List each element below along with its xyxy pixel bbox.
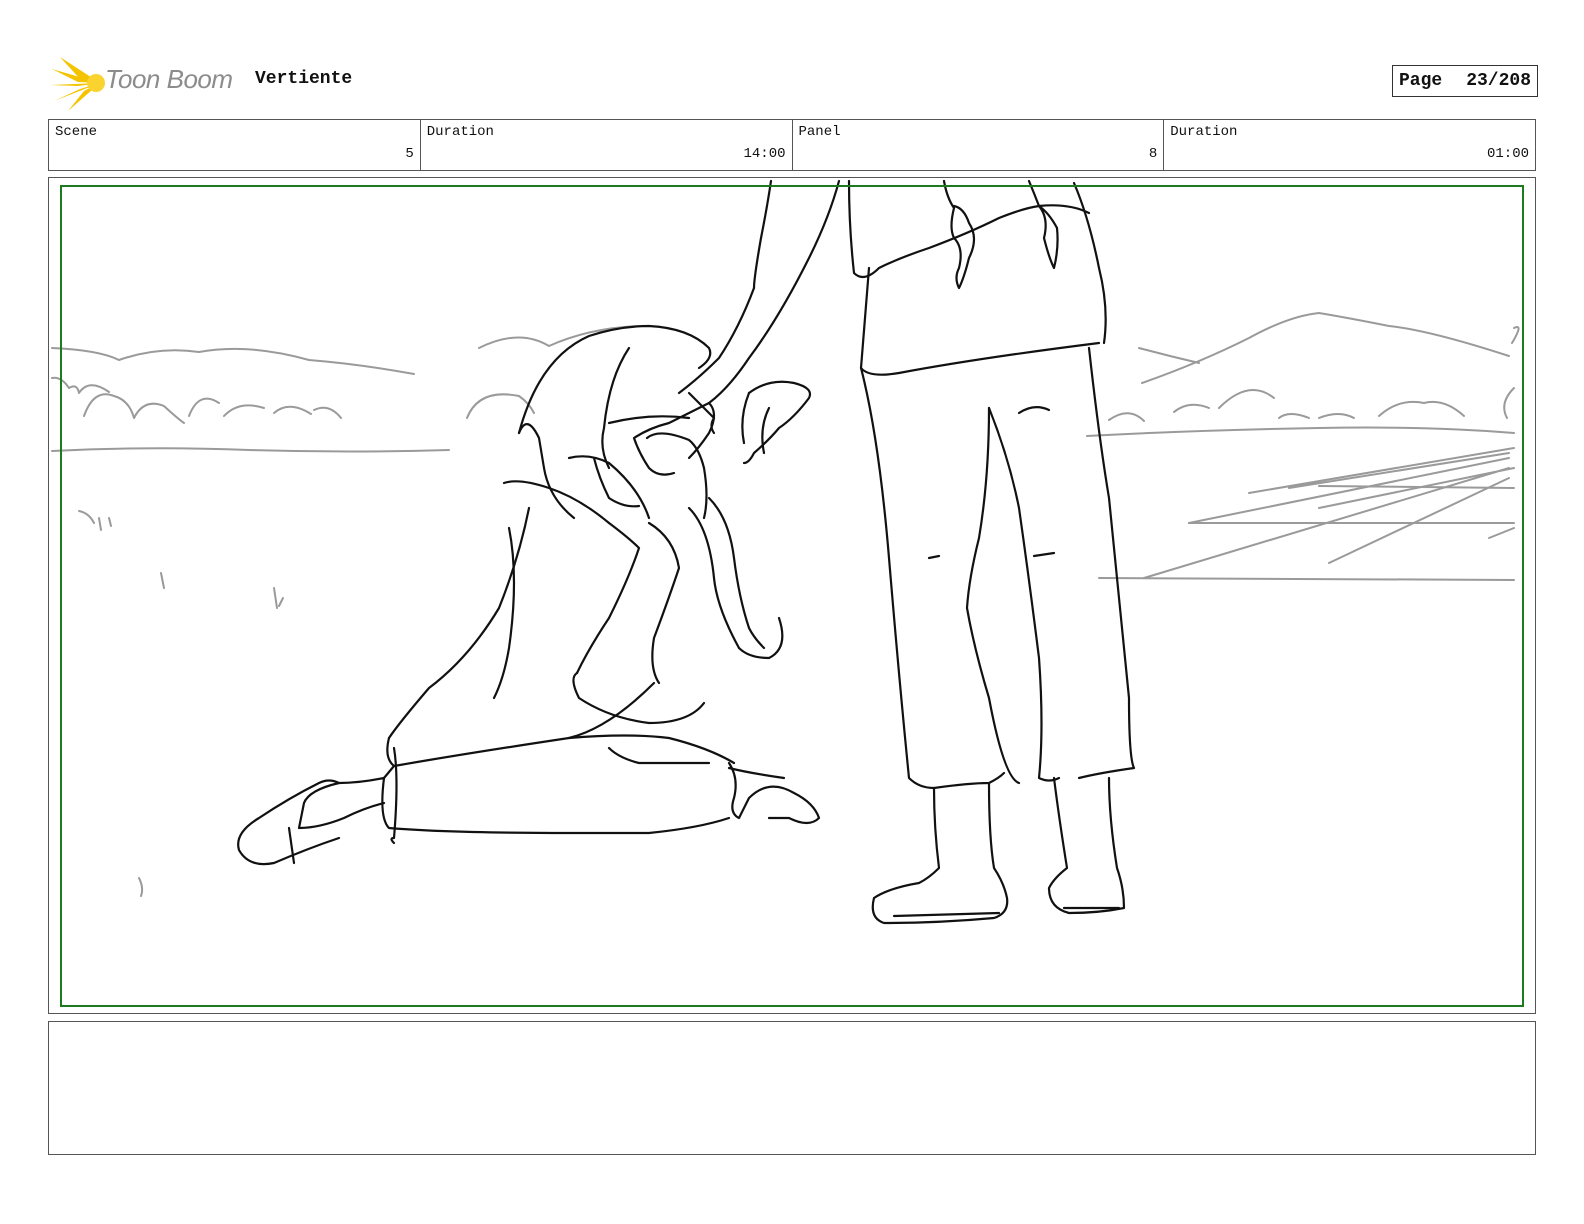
panel-value: 8	[1148, 146, 1158, 162]
logo-text: Toon Boom	[105, 64, 233, 94]
toon-boom-logo: Toon Boom	[50, 55, 245, 111]
page-number: 23/208	[1466, 71, 1531, 91]
panel-notes-box[interactable]	[48, 1021, 1536, 1155]
panel-duration-value: 01:00	[1486, 146, 1529, 162]
scene-duration-value: 14:00	[743, 146, 786, 162]
scene-value: 5	[405, 146, 414, 162]
project-title: Vertiente	[255, 69, 353, 89]
page-label: Page	[1398, 71, 1443, 91]
scene-duration-label: Duration	[426, 124, 494, 140]
starburst-icon	[50, 57, 105, 111]
panel-cell: Panel 8	[793, 120, 1165, 170]
scene-label: Scene	[55, 124, 98, 140]
safe-area-frame	[60, 185, 1524, 1007]
scene-cell: Scene 5	[49, 120, 421, 170]
panel-duration-cell: Duration 01:00	[1164, 120, 1535, 170]
panel-label: Panel	[798, 124, 841, 140]
scene-duration-cell: Duration 14:00	[421, 120, 793, 170]
scene-info-table: Scene 5 Duration 14:00 Panel 8 Duration …	[48, 119, 1536, 171]
storyboard-header: Toon Boom Vertiente Page 23/208	[50, 55, 1538, 111]
page-indicator: Page 23/208	[1391, 65, 1538, 97]
panel-duration-label: Duration	[1170, 124, 1238, 140]
storyboard-panel	[48, 177, 1536, 1014]
